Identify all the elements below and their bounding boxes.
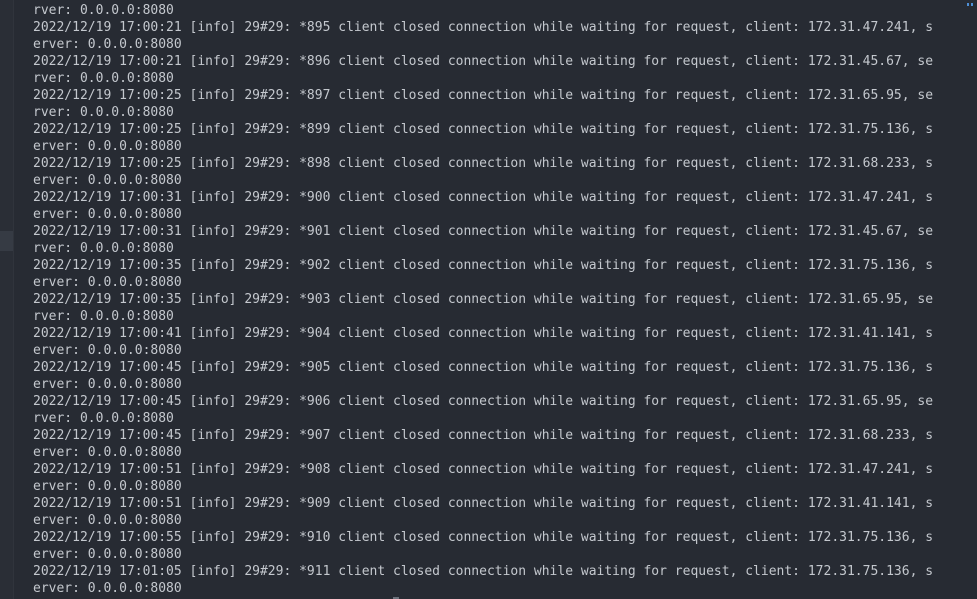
editor-gutter (0, 0, 14, 599)
log-line: 2022/12/19 17:00:31 [info] 29#29: *900 c… (33, 190, 934, 205)
log-line: erver: 0.0.0.0:8080 (33, 173, 182, 188)
log-line: erver: 0.0.0.0:8080 (33, 581, 182, 596)
log-line: erver: 0.0.0.0:8080 (33, 445, 182, 460)
log-line: 2022/12/19 17:01:05 [info] 29#29: *911 c… (33, 564, 934, 579)
log-line: erver: 0.0.0.0:8080 (33, 275, 182, 290)
log-line: 2022/12/19 17:00:31 [info] 29#29: *901 c… (33, 224, 934, 239)
log-line: erver: 0.0.0.0:8080 (33, 513, 182, 528)
log-line: erver: 0.0.0.0:8080 (33, 377, 182, 392)
log-line: rver: 0.0.0.0:8080 (33, 3, 174, 18)
log-line: rver: 0.0.0.0:8080 (33, 105, 174, 120)
log-line: rver: 0.0.0.0:8080 (33, 71, 174, 86)
log-line: rver: 0.0.0.0:8080 (33, 241, 174, 256)
log-line: erver: 0.0.0.0:8080 (33, 207, 182, 222)
log-line: 2022/12/19 17:00:45 [info] 29#29: *907 c… (33, 428, 934, 443)
gutter-line-highlight (0, 231, 13, 251)
log-line: 2022/12/19 17:00:35 [info] 29#29: *902 c… (33, 258, 934, 273)
log-line: 2022/12/19 17:00:21 [info] 29#29: *896 c… (33, 54, 934, 69)
scrollbar-indicator[interactable] (967, 3, 974, 7)
terminal-log-output[interactable]: rver: 0.0.0.0:8080 2022/12/19 17:00:21 [i… (33, 2, 963, 597)
log-line: 2022/12/19 17:00:55 [info] 29#29: *910 c… (33, 530, 934, 545)
log-line: 2022/12/19 17:00:45 [info] 29#29: *906 c… (33, 394, 934, 409)
log-line: 2022/12/19 17:00:51 [info] 29#29: *908 c… (33, 462, 934, 477)
log-line: 2022/12/19 17:00:25 [info] 29#29: *899 c… (33, 122, 934, 137)
log-line: 2022/12/19 17:00:21 [info] 29#29: *895 c… (33, 20, 934, 35)
log-line: 2022/12/19 17:00:45 [info] 29#29: *905 c… (33, 360, 934, 375)
log-line: rver: 0.0.0.0:8080 (33, 309, 174, 324)
log-line: erver: 0.0.0.0:8080 (33, 37, 182, 52)
log-line: erver: 0.0.0.0:8080 (33, 139, 182, 154)
log-line: 2022/12/19 17:00:41 [info] 29#29: *904 c… (33, 326, 934, 341)
log-line: erver: 0.0.0.0:8080 (33, 547, 182, 562)
log-line: rver: 0.0.0.0:8080 (33, 411, 174, 426)
log-line: erver: 0.0.0.0:8080 (33, 479, 182, 494)
log-line: 2022/12/19 17:00:25 [info] 29#29: *898 c… (33, 156, 934, 171)
log-line: 2022/12/19 17:00:51 [info] 29#29: *909 c… (33, 496, 934, 511)
log-line: erver: 0.0.0.0:8080 (33, 343, 182, 358)
log-line: 2022/12/19 17:00:35 [info] 29#29: *903 c… (33, 292, 934, 307)
log-line: 2022/12/19 17:00:25 [info] 29#29: *897 c… (33, 88, 934, 103)
